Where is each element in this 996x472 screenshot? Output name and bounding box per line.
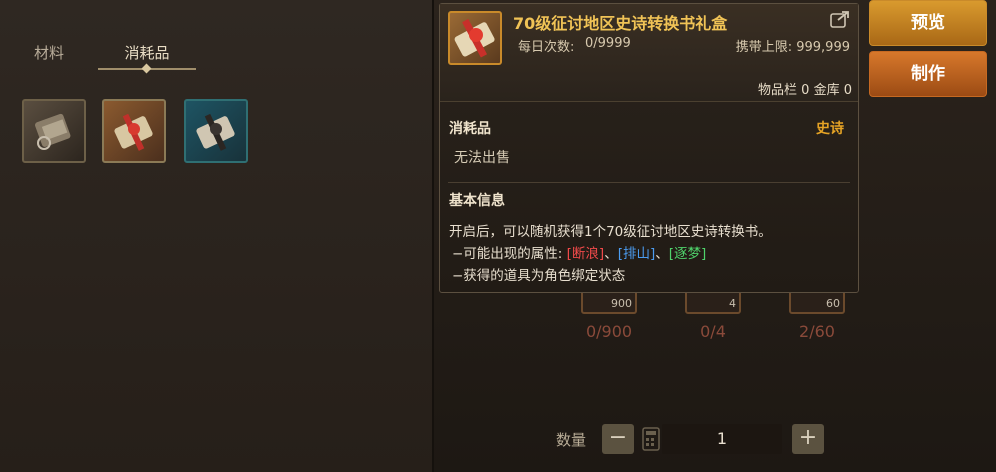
storage-count: 物品栏 0 金库 0 <box>758 83 852 98</box>
material-badge: 4 <box>729 297 736 310</box>
attribute-1: [断浪] <box>566 246 605 262</box>
quantity-plus-button[interactable]: + <box>792 424 824 454</box>
gift-box-icon <box>114 113 153 151</box>
material-count: 0/900 <box>585 322 633 341</box>
minus-icon: − <box>608 425 628 450</box>
item-slot-2[interactable] <box>102 99 166 163</box>
item-grade: 史诗 <box>816 121 844 137</box>
quantity-minus-button[interactable]: − <box>602 424 634 454</box>
carry-limit: 携带上限: 999,999 <box>735 40 850 55</box>
calculator-icon[interactable] <box>642 427 660 451</box>
preview-button[interactable]: 预览 <box>869 0 987 46</box>
scroll-bundle-icon <box>35 113 71 150</box>
tab-materials[interactable]: 材料 <box>34 42 64 78</box>
material-badge: 60 <box>826 297 840 310</box>
material-count: 2/60 <box>799 322 835 341</box>
scroll-bundle-dark-icon <box>196 113 235 151</box>
item-list-panel: 材料 消耗品 <box>0 0 432 472</box>
tooltip-item-name: 70级征讨地区史诗转换书礼盒 <box>513 14 728 33</box>
item-type: 消耗品 <box>449 121 491 137</box>
basic-info-heading: 基本信息 <box>449 193 505 209</box>
attribute-2: [排山] <box>617 246 656 262</box>
daily-uses-value: 0/9999 <box>585 36 631 51</box>
gift-box-icon <box>454 18 495 58</box>
bind-status: −获得的道具为角色绑定状态 <box>452 268 626 284</box>
plus-icon: + <box>798 425 818 450</box>
item-slot-1[interactable] <box>22 99 86 163</box>
attributes-prefix: −可能出现的属性: <box>452 246 567 262</box>
tooltip-header: 70级征讨地区史诗转换书礼盒 每日次数: 0/9999 携带上限: 999,99… <box>440 4 858 102</box>
share-icon[interactable] <box>830 10 850 32</box>
attribute-separator: 、 <box>604 246 618 262</box>
item-slot-3[interactable] <box>184 99 248 163</box>
daily-uses-label: 每日次数: <box>518 40 575 55</box>
sell-status: 无法出售 <box>454 150 510 166</box>
quantity-input[interactable]: 1 <box>662 424 782 454</box>
item-description: 开启后，可以随机获得1个70级征讨地区史诗转换书。 <box>449 224 772 240</box>
tooltip-divider <box>448 182 850 183</box>
quantity-label: 数量 <box>556 431 587 449</box>
tooltip-item-icon <box>448 11 502 65</box>
material-badge: 900 <box>611 297 632 310</box>
craft-button[interactable]: 制作 <box>869 51 987 97</box>
possible-attributes: −可能出现的属性: [断浪]、[排山]、[逐梦] <box>452 242 706 262</box>
item-tooltip: 70级征讨地区史诗转换书礼盒 每日次数: 0/9999 携带上限: 999,99… <box>439 3 859 293</box>
attribute-3: [逐梦] <box>668 246 707 262</box>
attribute-separator: 、 <box>655 246 669 262</box>
material-count: 0/4 <box>700 322 726 341</box>
